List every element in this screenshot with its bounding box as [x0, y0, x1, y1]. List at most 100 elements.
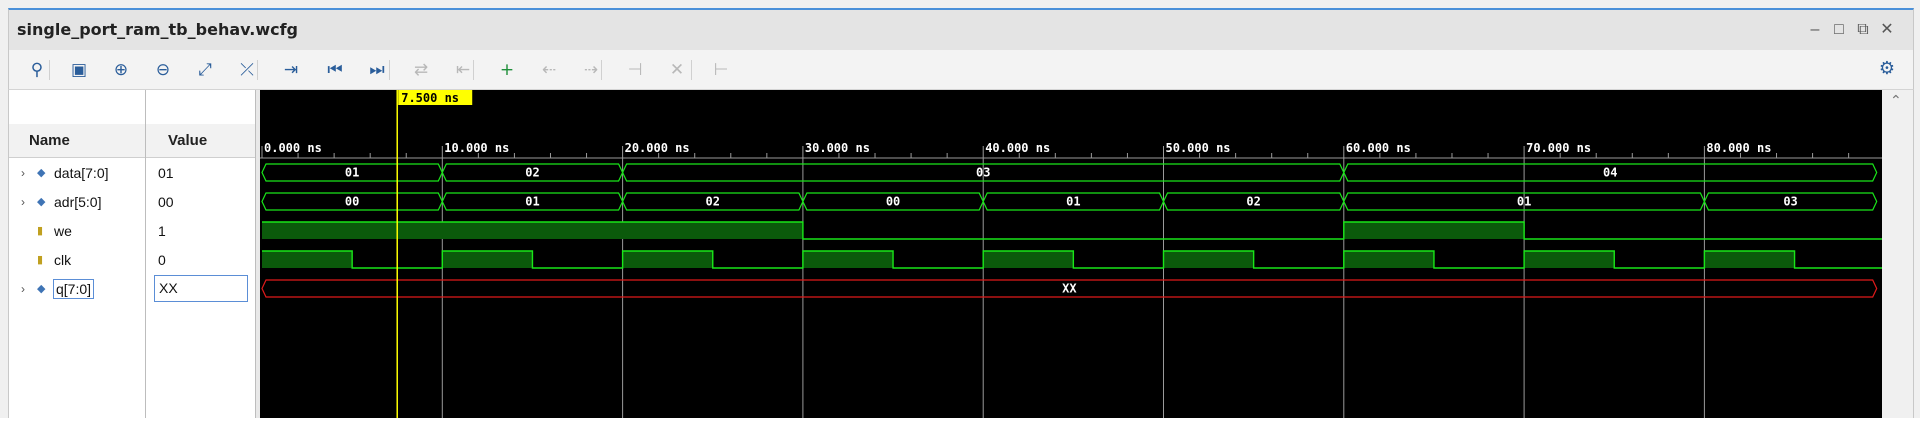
goto-cursor-icon[interactable]: ⇥ — [279, 58, 303, 82]
add-marker-icon[interactable]: + — [495, 58, 519, 82]
signal-name: q[7:0] — [53, 278, 95, 299]
bus-signal-icon: ◆ — [37, 283, 46, 295]
waveform-window: single_port_ram_tb_behav.wcfg – □ ⧉ ✕ ⚲ ▣… — [0, 0, 1920, 418]
signal-name: data[7:0] — [54, 164, 109, 181]
bit-signal-icon: ▮ — [37, 225, 44, 237]
signal-value: 01 — [158, 164, 174, 181]
signal-name: clk — [54, 251, 72, 268]
signal-row-clk[interactable]: ▮ clk — [9, 245, 147, 274]
toolbar-separator — [601, 60, 602, 80]
signal-value-row[interactable]: 00 — [146, 187, 256, 216]
search-icon[interactable]: ⚲ — [25, 58, 49, 82]
signal-name-panel: Name › ◆ data[7:0] › ◆ adr[5:0] ▮ we ▮ clk › ◆ q[7:0… — [8, 90, 146, 418]
minimize-button[interactable]: – — [1805, 20, 1825, 40]
previous-transition-icon[interactable]: ⇤ — [451, 58, 475, 82]
signal-row-q-7-0[interactable]: › ◆ q[7:0] — [9, 274, 147, 303]
ruler-tick-label: 80.000 ns — [1706, 141, 1771, 155]
waveform-toolbar: ⚲ ▣ ⊕ ⊖ ⤢ ⤫ ⇥ ⏮ ⏭ ⇄ ⇤ + ⇠ ⇢ ⊣ ✕ ⊢ ⚙ — [8, 50, 1914, 90]
window-title: single_port_ram_tb_behav.wcfg — [17, 20, 299, 39]
bus-signal-icon: ◆ — [37, 196, 46, 208]
title-bar: single_port_ram_tb_behav.wcfg – □ ⧉ ✕ — [8, 8, 1914, 50]
bus-value-label: XX — [1062, 282, 1077, 296]
gear-icon[interactable]: ⚙ — [1879, 58, 1895, 79]
signal-value: 0 — [158, 251, 166, 268]
bus-value-label: 01 — [1066, 195, 1080, 209]
delete-marker-icon[interactable]: ✕ — [665, 58, 689, 82]
value-column-header: Value — [146, 124, 255, 158]
bit-high-fill — [802, 251, 894, 268]
expand-chevron-icon[interactable]: › — [21, 282, 25, 296]
signal-name: we — [54, 222, 72, 239]
signal-value: 00 — [158, 193, 174, 210]
signal-value-panel: Value 01 00 1 0 XX — [146, 90, 256, 418]
bit-high-fill — [1163, 251, 1254, 268]
previous-marker-icon[interactable]: ⇠ — [537, 58, 561, 82]
bit-high-fill — [1343, 222, 1525, 239]
swap-cursors-icon[interactable]: ⇄ — [409, 58, 433, 82]
toolbar-separator — [49, 60, 50, 80]
maximize-button[interactable]: □ — [1829, 20, 1849, 40]
bit-high-fill — [1704, 251, 1795, 268]
bit-high-fill — [262, 251, 353, 268]
goto-marker-icon[interactable]: ⊣ — [623, 58, 647, 82]
bit-high-fill — [1343, 251, 1434, 268]
bus-value-label: 02 — [1246, 195, 1260, 209]
bit-signal-icon: ▮ — [37, 254, 44, 266]
signal-value-row[interactable]: 01 — [146, 158, 256, 187]
save-icon[interactable]: ▣ — [67, 58, 91, 82]
signal-row-we[interactable]: ▮ we — [9, 216, 147, 245]
bus-signal-icon: ◆ — [37, 167, 46, 179]
toolbar-separator — [691, 60, 692, 80]
vertical-scrollbar[interactable]: ⌃ — [1882, 90, 1914, 418]
ruler-tick-label: 50.000 ns — [1166, 141, 1231, 155]
bus-value-label: 00 — [345, 195, 359, 209]
bus-value-label: 02 — [706, 195, 720, 209]
toolbar-separator — [389, 60, 390, 80]
cursor-tool-icon[interactable]: ⤫ — [235, 58, 259, 82]
signal-value: 1 — [158, 222, 166, 239]
float-button[interactable]: ⧉ — [1853, 20, 1873, 40]
ruler-tick-label: 0.000 ns — [264, 141, 322, 155]
signal-value-row[interactable]: 0 — [146, 245, 256, 274]
expand-chevron-icon[interactable]: › — [21, 166, 25, 180]
bit-high-fill — [622, 251, 713, 268]
toolbar-separator — [257, 60, 258, 80]
bus-value-label: 01 — [345, 166, 359, 180]
bus-value-label: 02 — [525, 166, 539, 180]
signal-row-adr-5-0[interactable]: › ◆ adr[5:0] — [9, 187, 147, 216]
bus-value-label: 04 — [1603, 166, 1617, 180]
signal-value-row[interactable]: XX — [146, 274, 256, 303]
signal-name: adr[5:0] — [54, 193, 102, 210]
snap-icon[interactable]: ⊢ — [709, 58, 733, 82]
zoom-fit-icon[interactable]: ⤢ — [193, 58, 217, 82]
signal-value: XX — [154, 275, 248, 302]
zoom-out-icon[interactable]: ⊖ — [151, 58, 175, 82]
bit-high-fill — [442, 251, 533, 268]
goto-start-icon[interactable]: ⏮ — [323, 58, 347, 82]
ruler-tick-label: 40.000 ns — [985, 141, 1050, 155]
close-button[interactable]: ✕ — [1877, 20, 1897, 40]
scroll-up-icon[interactable]: ⌃ — [1890, 92, 1902, 109]
bit-high-fill — [1524, 251, 1615, 268]
ruler-tick-label: 70.000 ns — [1526, 141, 1591, 155]
signal-value-row[interactable]: 1 — [146, 216, 256, 245]
name-column-header: Name — [9, 124, 145, 158]
waveform-canvas[interactable]: 0.000 ns 10.000 ns 20.000 ns 30.000 ns 40.00… — [260, 90, 1882, 418]
cursor-time-label: 7.500 ns — [401, 91, 459, 105]
ruler-tick-label: 20.000 ns — [625, 141, 690, 155]
goto-end-icon[interactable]: ⏭ — [365, 58, 389, 82]
signal-row-data-7-0[interactable]: › ◆ data[7:0] — [9, 158, 147, 187]
bus-value-label: 01 — [525, 195, 539, 209]
bit-high-fill — [983, 251, 1074, 268]
ruler-tick-label: 60.000 ns — [1346, 141, 1411, 155]
bit-high-fill — [262, 222, 803, 239]
bus-value-label: 01 — [1517, 195, 1531, 209]
bus-value-label: 00 — [886, 195, 900, 209]
ruler-tick-label: 30.000 ns — [805, 141, 870, 155]
toolbar-separator — [473, 60, 474, 80]
bus-value-label: 03 — [976, 166, 990, 180]
next-marker-icon[interactable]: ⇢ — [579, 58, 603, 82]
zoom-in-icon[interactable]: ⊕ — [109, 58, 133, 82]
expand-chevron-icon[interactable]: › — [21, 195, 25, 209]
waveform-svg[interactable]: 0.000 ns 10.000 ns 20.000 ns 30.000 ns 40.00… — [260, 90, 1882, 418]
